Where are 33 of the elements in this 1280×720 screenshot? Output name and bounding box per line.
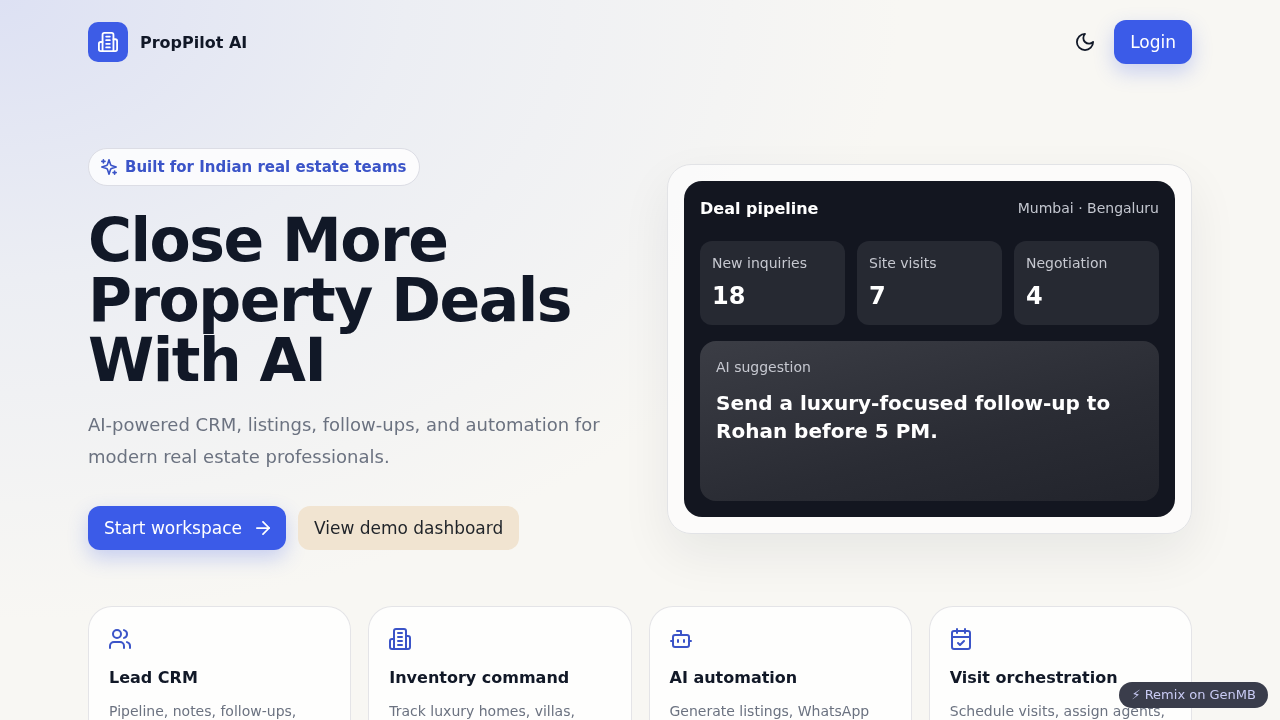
city-label: Mumbai · Bengaluru (1017, 200, 1159, 216)
feature-title: Inventory command (389, 667, 571, 689)
arrow-right-icon (255, 521, 270, 535)
robot-icon (669, 628, 692, 650)
demo-dashboard-button[interactable]: View demo dashboard (297, 506, 520, 550)
calendar-check-icon (949, 628, 972, 650)
moon-icon[interactable] (1076, 33, 1095, 51)
stat-label: Negotiation (1026, 254, 1109, 273)
building-logo-icon (88, 22, 128, 62)
feature-title: AI automation (669, 667, 799, 689)
brand-name: PropPilot AI (140, 32, 248, 52)
building-icon (389, 628, 412, 650)
sparkles-icon (101, 159, 117, 175)
feature-title: Lead CRM (109, 667, 199, 689)
people-icon (109, 628, 131, 650)
hero-heading: Close More Property Deals With AI (88, 210, 572, 390)
suggestion-label: AI suggestion (716, 358, 812, 377)
feature-description: Generate listings, WhatsApp (669, 702, 871, 720)
stat-label: New inquiries (712, 254, 808, 273)
feature-title: Visit orchestration (949, 667, 1119, 689)
feature-description: Track luxury homes, villas, (389, 702, 576, 720)
stat-value: 4 (1026, 281, 1044, 311)
feature-description: Pipeline, notes, follow-ups, (109, 702, 298, 720)
tag-text: Built for Indian real estate teams (125, 158, 407, 176)
login-button[interactable]: Login (1114, 20, 1192, 64)
start-workspace-button[interactable]: Start workspace (88, 506, 286, 550)
remix-link[interactable]: ⚡ Remix on GenMB (1119, 682, 1268, 708)
stat-value: 7 (869, 281, 887, 311)
pipeline-title: Deal pipeline (700, 198, 819, 218)
stat-value: 18 (712, 281, 747, 311)
suggestion-text: Send a luxury-focused follow-up to Rohan before 5 PM. (716, 390, 1112, 445)
hero-description: AI-powered CRM, listings, follow-ups, and automation for modern real estate professionals. (88, 413, 601, 469)
stat-label: Site visits (869, 254, 938, 273)
